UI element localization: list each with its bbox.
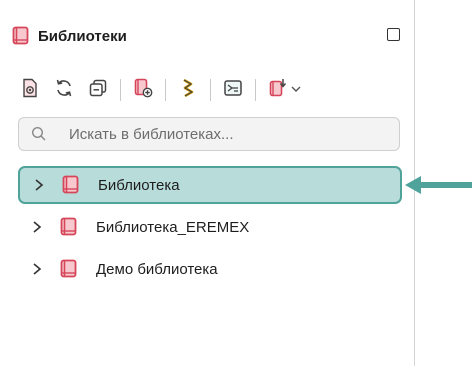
component-icon — [180, 78, 196, 103]
panel-header: Библиотеки — [12, 22, 406, 50]
chevron-right-icon[interactable] — [28, 260, 46, 278]
symbol-button[interactable] — [219, 76, 247, 104]
search-placeholder: Искать в библиотеках... — [69, 125, 234, 143]
import-library-icon — [268, 78, 288, 103]
search-icon — [31, 126, 47, 142]
chevron-right-icon[interactable] — [28, 218, 46, 236]
maximize-icon[interactable] — [387, 28, 400, 41]
library-tree: Библиотека Библиотека_EREMEX Демо библио… — [18, 166, 402, 292]
tree-item-label: Библиотека_EREMEX — [96, 218, 250, 236]
tree-item-library[interactable]: Библиотека — [18, 166, 402, 204]
add-library-button[interactable] — [129, 76, 157, 104]
tree-item-label: Демо библиотека — [96, 260, 218, 278]
library-book-icon — [12, 26, 30, 46]
library-book-icon — [62, 175, 82, 195]
chevron-right-icon[interactable] — [30, 176, 48, 194]
symbol-icon — [223, 78, 243, 103]
import-library-button[interactable] — [264, 76, 292, 104]
collapse-all-button[interactable] — [84, 76, 112, 104]
tree-item-label: Библиотека — [98, 176, 180, 194]
view-document-button[interactable] — [16, 76, 44, 104]
add-library-icon — [133, 78, 153, 103]
search-input[interactable]: Искать в библиотеках... — [18, 117, 400, 151]
toolbar-separator — [255, 79, 256, 101]
tree-item-library-eremex[interactable]: Библиотека_EREMEX — [18, 208, 402, 246]
tree-item-demo-library[interactable]: Демо библиотека — [18, 250, 402, 288]
library-book-icon — [60, 217, 80, 237]
component-button[interactable] — [174, 76, 202, 104]
panel-title: Библиотеки — [38, 27, 127, 45]
chevron-down-icon[interactable] — [290, 83, 302, 98]
library-book-icon — [60, 259, 80, 279]
libraries-panel: Библиотеки Искать в библиотеках... Библи… — [0, 0, 415, 366]
toolbar-separator — [165, 79, 166, 101]
toolbar-separator — [120, 79, 121, 101]
toolbar — [16, 76, 302, 104]
toolbar-separator — [210, 79, 211, 101]
view-document-icon — [21, 78, 39, 103]
collapse-all-icon — [88, 78, 108, 103]
callout-arrow-icon — [405, 176, 472, 194]
refresh-icon — [54, 78, 74, 103]
refresh-button[interactable] — [50, 76, 78, 104]
